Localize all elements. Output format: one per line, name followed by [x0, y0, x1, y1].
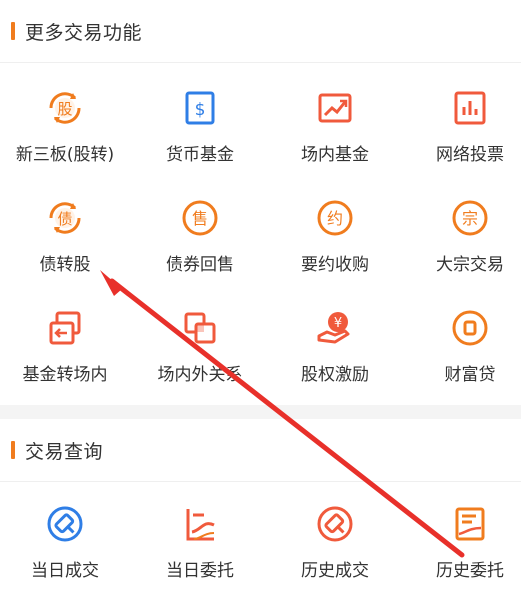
grid-item-label: 货币基金	[166, 145, 234, 165]
svg-text:约: 约	[327, 209, 343, 228]
grid-item-history-deals[interactable]: 历史成交	[270, 486, 400, 596]
grid-item-stock-transfer[interactable]: 股 新三板(股转)	[0, 70, 130, 180]
bond-sellback-icon: 售	[180, 198, 220, 238]
history-orders-icon	[450, 504, 490, 544]
trade-query-header: 交易查询	[0, 419, 521, 481]
grid-item-debt-to-equity[interactable]: 债 债转股	[0, 180, 130, 290]
grid-item-onsite-offsite[interactable]: 场内外关系	[135, 290, 265, 400]
dollar-fund-icon: $	[180, 88, 220, 128]
more-functions-header: 更多交易功能	[0, 0, 521, 62]
grid-item-online-vote[interactable]: 网络投票	[405, 70, 521, 180]
bar-chart-icon	[450, 88, 490, 128]
section-accent-bar	[11, 441, 15, 459]
tender-offer-icon: 约	[315, 198, 355, 238]
grid-item-equity-incentive[interactable]: ¥ 股权激励	[270, 290, 400, 400]
today-orders-icon	[180, 504, 220, 544]
grid-item-money-fund[interactable]: $ 货币基金	[135, 70, 265, 180]
stock-transfer-icon: 股	[45, 88, 85, 128]
grid-item-bond-sellback[interactable]: 售 债券回售	[135, 180, 265, 290]
grid-item-label: 当日成交	[31, 561, 99, 581]
svg-text:¥: ¥	[334, 316, 342, 331]
grid-item-today-orders[interactable]: 当日委托	[135, 486, 265, 596]
divider	[0, 481, 521, 482]
on-off-relation-icon	[180, 308, 220, 348]
svg-text:宗: 宗	[462, 209, 478, 228]
svg-text:$: $	[195, 100, 206, 120]
grid-item-block-trade[interactable]: 宗 大宗交易	[405, 180, 521, 290]
grid-item-label: 基金转场内	[22, 365, 108, 385]
grid-item-label: 当日委托	[166, 561, 234, 581]
grid-item-label: 新三板(股转)	[15, 145, 115, 165]
grid-item-tender-offer[interactable]: 约 要约收购	[270, 180, 400, 290]
section-accent-bar	[11, 22, 15, 40]
svg-text:股: 股	[57, 100, 72, 118]
grid-item-fund-to-onsite[interactable]: 基金转场内	[0, 290, 130, 400]
trend-chart-icon	[315, 88, 355, 128]
divider	[0, 62, 521, 63]
grid-item-label: 网络投票	[436, 145, 504, 165]
grid-item-onsite-fund[interactable]: 场内基金	[270, 70, 400, 180]
today-deals-icon	[45, 504, 85, 544]
history-deals-icon	[315, 504, 355, 544]
section-gap	[0, 405, 521, 419]
grid-item-history-orders[interactable]: 历史委托	[405, 486, 521, 596]
grid-item-label: 财富贷	[444, 365, 496, 385]
grid-item-label: 债券回售	[166, 255, 234, 275]
grid-item-label: 股权激励	[301, 365, 369, 385]
grid-item-label: 大宗交易	[436, 255, 504, 275]
grid-item-label: 债转股	[39, 255, 91, 275]
svg-text:债: 债	[57, 210, 72, 228]
grid-item-today-deals[interactable]: 当日成交	[0, 486, 130, 596]
section-title: 更多交易功能	[25, 21, 143, 44]
grid-item-label: 场内外关系	[157, 365, 243, 385]
grid-item-label: 历史委托	[436, 561, 504, 581]
grid-item-label: 要约收购	[301, 255, 369, 275]
grid-item-wealth-loan[interactable]: 财富贷	[405, 290, 521, 400]
section-title: 交易查询	[25, 440, 104, 463]
block-trade-icon: 宗	[450, 198, 490, 238]
bond-convert-icon: 债	[45, 198, 85, 238]
grid-item-label: 历史成交	[301, 561, 369, 581]
equity-incentive-icon: ¥	[315, 308, 355, 348]
wealth-loan-icon	[450, 308, 490, 348]
fund-transfer-icon	[45, 308, 85, 348]
grid-item-label: 场内基金	[301, 145, 369, 165]
svg-text:售: 售	[192, 209, 208, 228]
